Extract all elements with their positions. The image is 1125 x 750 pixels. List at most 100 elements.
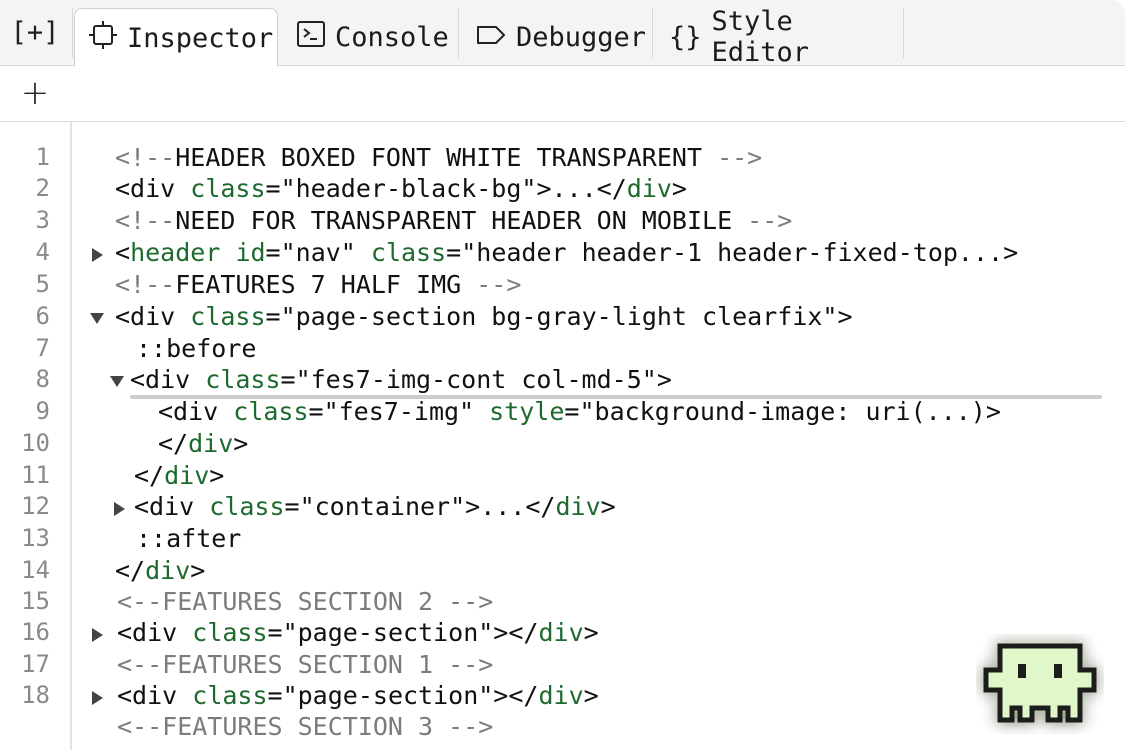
tab-separator [458, 8, 459, 58]
markup-closing-tag[interactable]: </div> [115, 555, 205, 586]
tag-token: ="header header-1 header-fixed-top...> [446, 238, 1019, 267]
line-number: 12 [21, 492, 50, 520]
comment-token: <--FEATURES SECTION 2 --> [117, 587, 494, 616]
frames-label: [+] [10, 16, 60, 48]
line-number: 5 [35, 270, 50, 298]
tab-style-editor[interactable]: {} Style Editor [655, 6, 903, 68]
line-number: 11 [21, 461, 50, 489]
markup-node[interactable]: <div class="page-section bg-gray-light c… [115, 301, 853, 332]
collapse-node-twisty[interactable] [90, 303, 104, 334]
line-number: 2 [35, 174, 50, 202]
attribute-token: class [209, 492, 285, 521]
attribute-token: id [235, 238, 266, 267]
tag-token [220, 238, 235, 267]
markup-node-comment[interactable]: <!--HEADER BOXED FONT WHITE TRANSPARENT … [115, 142, 762, 173]
comment-token: --> [717, 143, 763, 172]
markup-node[interactable]: <div class="header-black-bg">...</div> [115, 173, 687, 204]
tag-token: ="page-section bg-gray-light clearfix"> [265, 302, 853, 331]
markup-node-comment[interactable]: <--FEATURES SECTION 2 --> [117, 586, 493, 617]
markup-node[interactable]: <div class="fes7-img" style="background-… [158, 396, 1001, 427]
attribute-token: class [233, 397, 309, 426]
markup-node-comment[interactable]: <--FEATURES SECTION 3 --> [117, 711, 493, 742]
line-number: 3 [35, 206, 50, 234]
plus-icon: + [20, 73, 50, 113]
debugger-icon [476, 22, 506, 53]
tab-inspector-label: Inspector [127, 22, 274, 54]
comment-token: <--FEATURES SECTION 1 --> [117, 650, 494, 679]
tag-token: ="fes7-img" [308, 397, 490, 426]
collapse-node-twisty[interactable] [110, 366, 124, 397]
line-number: 7 [35, 334, 50, 362]
markup-node-comment[interactable]: <!--FEATURES 7 HALF IMG --> [115, 269, 521, 300]
attribute-token: header [130, 238, 221, 267]
tab-inspector[interactable]: Inspector [74, 8, 278, 67]
console-icon [297, 20, 325, 54]
markup-node[interactable]: <div class="page-section"></div> [117, 617, 599, 648]
tab-separator [72, 8, 73, 58]
tag-token: > [209, 461, 225, 490]
add-node-button[interactable]: + [18, 76, 52, 110]
line-number: 9 [35, 397, 50, 425]
line-number: 4 [35, 238, 50, 266]
attribute-token: div [626, 174, 672, 203]
tag-token: <div [115, 302, 191, 331]
attribute-token: div [555, 492, 601, 521]
tag-token: > [190, 556, 206, 585]
attribute-token: div [145, 556, 191, 585]
markup-pseudo-before[interactable]: ::before [136, 333, 256, 364]
attribute-token: class [192, 681, 268, 710]
comment-token: <!-- [115, 143, 176, 172]
line-number: 6 [35, 302, 50, 330]
expand-node-twisty[interactable] [90, 619, 104, 650]
tab-separator [652, 8, 653, 58]
markup-node-comment[interactable]: <!--NEED FOR TRANSPARENT HEADER ON MOBIL… [115, 205, 792, 236]
tab-debugger-label: Debugger [516, 21, 647, 53]
attribute-token: class [370, 238, 447, 267]
tag-token: ="page-section"></ [267, 681, 539, 710]
tab-separator [903, 8, 904, 58]
tag-token: > [233, 429, 249, 458]
tag-token: NEED FOR TRANSPARENT HEADER ON MOBILE [175, 206, 748, 235]
tag-token: ="background-image: uri(...)> [564, 397, 1001, 426]
attribute-token: class [192, 618, 268, 647]
tag-token: FEATURES 7 HALF IMG [175, 270, 477, 299]
tag-token: <div [134, 492, 210, 521]
markup-closing-tag[interactable]: </div> [158, 428, 248, 459]
tag-token: ::before [136, 334, 257, 363]
markup-node-comment[interactable]: <--FEATURES SECTION 1 --> [117, 649, 493, 680]
tab-debugger[interactable]: Debugger [462, 8, 652, 66]
markup-node[interactable]: <div class="container">...</div> [134, 491, 616, 522]
tag-token: ="container">...</ [284, 492, 556, 521]
inspector-icon [89, 20, 117, 56]
tag-token: <div [117, 618, 193, 647]
tab-style-editor-label: Style Editor [711, 6, 810, 68]
space-invader-mascot-icon [976, 634, 1104, 734]
devtools-tab-bar: [+] Inspector Console Debugger {} Style … [0, 0, 1125, 68]
markup-pseudo-after[interactable]: ::after [136, 523, 241, 554]
attribute-token: class [190, 174, 266, 203]
tag-token: <div [130, 365, 206, 394]
expand-node-twisty[interactable] [90, 239, 104, 270]
tag-token: > [583, 618, 599, 647]
comment-token: <!-- [115, 206, 176, 235]
tag-token: > [583, 681, 599, 710]
line-number: 1 [35, 143, 50, 171]
frames-button[interactable]: [+] [6, 10, 64, 54]
tab-console[interactable]: Console [283, 8, 455, 66]
tag-token: ="nav" [265, 238, 371, 267]
expand-node-twisty[interactable] [90, 682, 104, 713]
markup-node[interactable]: <header id="nav" class="header header-1 … [115, 237, 1018, 268]
tag-token: </ [134, 461, 165, 490]
markup-node-selected[interactable]: <div class="fes7-img-cont col-md-5"> [130, 364, 672, 395]
style-editor-icon: {} [669, 21, 702, 53]
tag-token: ="fes7-img-cont col-md-5"> [280, 365, 672, 394]
line-number: 8 [35, 365, 50, 393]
attribute-token: class [205, 365, 281, 394]
comment-token: <!-- [115, 270, 176, 299]
expand-node-twisty[interactable] [112, 493, 126, 524]
markup-closing-tag[interactable]: </div> [134, 460, 224, 491]
markup-node[interactable]: <div class="page-section"></div> [117, 680, 599, 711]
comment-token: --> [747, 206, 793, 235]
line-number: 18 [21, 681, 50, 709]
line-number: 17 [21, 650, 50, 678]
